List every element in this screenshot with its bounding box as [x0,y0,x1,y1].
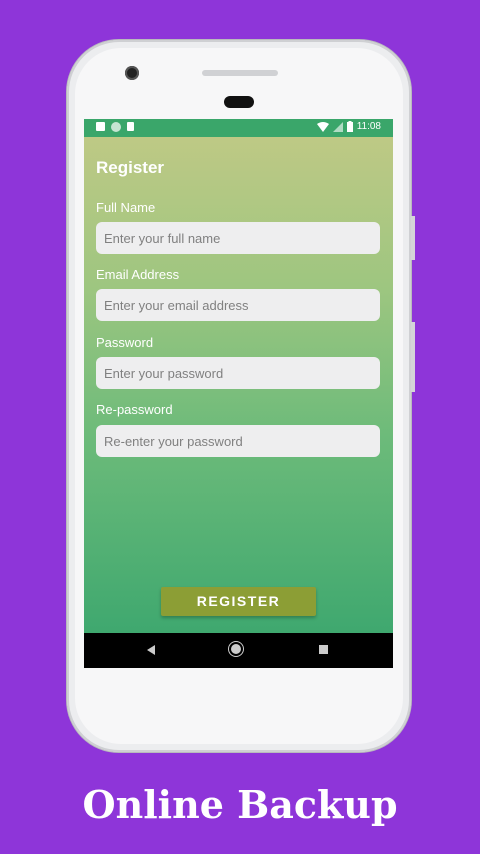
power-button [411,322,415,392]
earpiece-speaker [202,70,278,76]
navigation-bar [84,633,393,668]
status-bar: 11:08 [84,119,393,137]
sync-icon [111,122,121,132]
full-name-input[interactable]: Enter your full name [96,222,380,254]
email-input[interactable]: Enter your email address [96,289,380,321]
volume-button [411,216,415,260]
register-button[interactable]: REGISTER [161,587,316,616]
battery-icon [346,121,353,132]
phone-screen: 11:08 Register Full Name Enter your full… [84,119,393,668]
repassword-input[interactable]: Re-enter your password [96,425,380,457]
proximity-sensor [224,96,254,108]
sd-card-icon [127,122,134,131]
register-screen: Register Full Name Enter your full name … [84,137,393,633]
wifi-icon [316,121,329,132]
password-input[interactable]: Enter your password [96,357,380,389]
signal-icon [332,121,343,132]
home-icon[interactable] [231,644,241,654]
password-label: Password [96,335,154,350]
status-time: 11:08 [356,121,381,132]
repassword-label: Re-password [96,402,173,417]
notification-icon [96,122,105,131]
back-icon[interactable] [147,645,155,655]
full-name-label: Full Name [96,200,156,215]
front-camera [125,66,139,80]
recents-icon[interactable] [319,645,328,654]
email-label: Email Address [96,267,180,282]
page-title: Register [96,158,165,177]
caption-title: Online Backup [82,782,398,827]
